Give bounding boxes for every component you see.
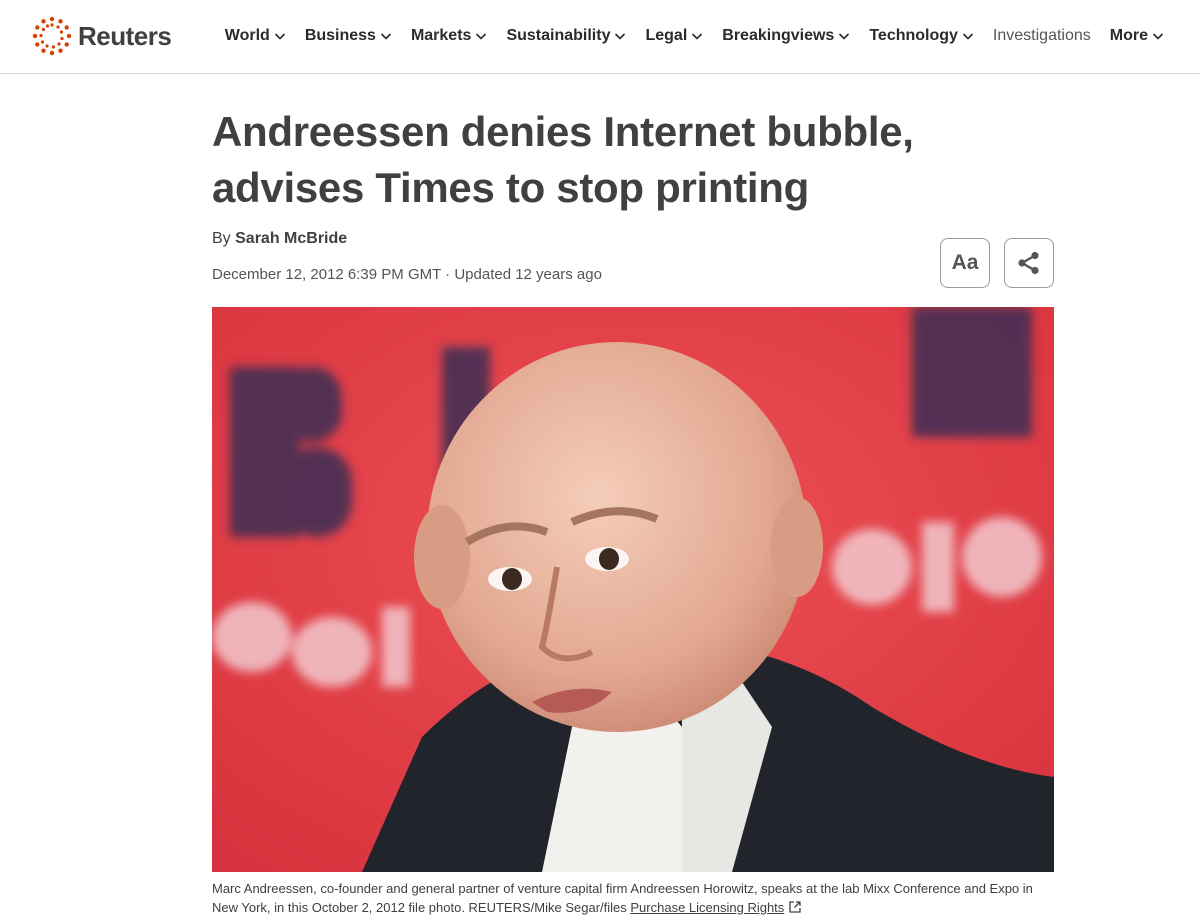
nav-item-label: World: [224, 27, 270, 44]
licensing-link[interactable]: Purchase Licensing Rights: [630, 900, 784, 915]
nav-item-label: Sustainability: [506, 27, 611, 44]
nav-item-label: Breakingviews: [722, 27, 835, 44]
main-nav: World Business Markets Sustainability Le…: [225, 22, 1164, 50]
nav-item-legal[interactable]: Legal: [645, 27, 703, 45]
chevron-down-icon: [274, 33, 285, 40]
share-icon: [1018, 251, 1039, 275]
nav-item-more[interactable]: More: [1110, 27, 1164, 45]
brand-name: Reuters: [78, 20, 172, 51]
font-size-button[interactable]: Aa: [940, 238, 990, 288]
site-header: Reuters World Business Markets Sustainab…: [0, 0, 1200, 74]
chevron-down-icon: [476, 33, 487, 40]
share-button[interactable]: [1004, 238, 1054, 288]
chevron-down-icon: [839, 33, 850, 40]
caption-text: Marc Andreessen, co-founder and general …: [212, 881, 1033, 915]
article-headline: Andreessen denies Internet bubble, advis…: [212, 108, 914, 211]
nav-item-business[interactable]: Business: [305, 27, 392, 45]
portrait-photo-illustration: [212, 307, 1054, 872]
nav-item-world[interactable]: World: [225, 27, 286, 45]
author-link[interactable]: Sarah McBride: [235, 230, 347, 247]
nav-item-investigations[interactable]: Investigations: [993, 27, 1091, 45]
nav-item-markets[interactable]: Markets: [411, 27, 487, 45]
reuters-logo[interactable]: Reuters: [32, 16, 172, 56]
byline-prefix: By: [212, 230, 231, 247]
byline: By Sarah McBride: [212, 230, 347, 248]
reuters-dot-ring-icon: [32, 16, 72, 56]
nav-item-label: Business: [304, 27, 376, 44]
external-link-icon[interactable]: [788, 900, 802, 914]
nav-item-label: Markets: [410, 27, 472, 44]
article-dateline: December 12, 2012 6:39 PM GMT · Updated …: [212, 266, 602, 283]
chevron-down-icon: [380, 33, 392, 40]
chevron-down-icon: [1152, 33, 1164, 40]
nav-item-label: Legal: [645, 27, 688, 44]
chevron-down-icon: [962, 33, 973, 40]
nav-item-label: Technology: [869, 27, 958, 44]
photo-caption: Marc Andreessen, co-founder and general …: [212, 879, 1058, 917]
nav-item-label: More: [1109, 27, 1148, 44]
nav-item-breakingviews[interactable]: Breakingviews: [722, 27, 850, 45]
chevron-down-icon: [615, 33, 626, 40]
nav-item-technology[interactable]: Technology: [869, 27, 974, 45]
nav-item-sustainability[interactable]: Sustainability: [506, 27, 626, 45]
chevron-down-icon: [692, 33, 703, 40]
lead-photo[interactable]: [212, 307, 1054, 872]
nav-item-label: Investigations: [992, 27, 1091, 44]
